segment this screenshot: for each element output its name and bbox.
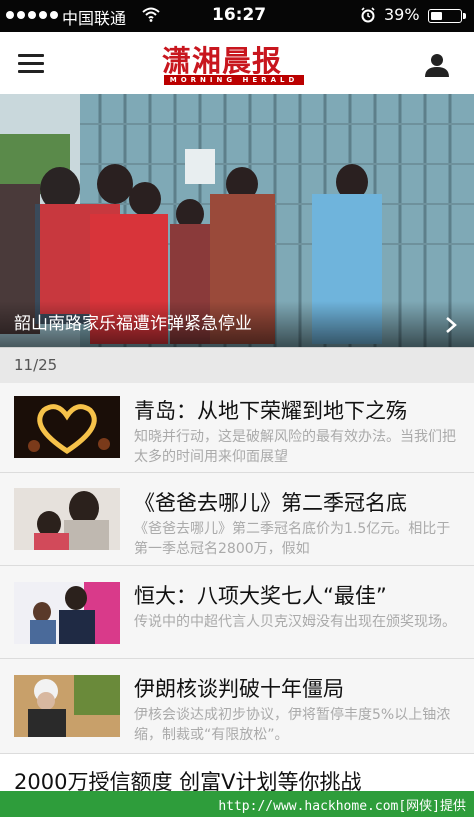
chevron-right-icon[interactable] [444,316,458,334]
news-title: 恒大：八项大奖七人“最佳” [134,584,387,608]
menu-icon[interactable] [18,54,44,74]
date-header: 11/25 [0,347,474,385]
news-thumbnail [14,488,120,550]
news-title: 伊朗核谈判破十年僵局 [134,677,344,701]
news-thumbnail [14,582,120,644]
news-item[interactable]: 青岛：从地下荣耀到地下之殇 知晓并行动，这是破解风险的最有效办法。当我们把太多的… [0,383,474,473]
news-item[interactable]: 《爸爸去哪儿》第二季冠名底 《爸爸去哪儿》第二季冠名底价为1.5亿元。相比于第一… [0,473,474,566]
status-bar: 中国联通 16:27 39% [0,0,474,32]
logo-text: 潇湘晨报 [162,44,283,78]
logo-subtitle: MORNING HERALD [164,75,304,85]
news-item[interactable]: 恒大：八项大奖七人“最佳” 传说中的中超代言人贝克汉姆没有出现在颁奖现场。 [0,566,474,659]
hero-slide[interactable]: 韶山南路家乐福遭诈弹紧急停业 [0,94,474,347]
app-logo: 潇湘晨报 MORNING HERALD [158,40,310,86]
news-summary: 伊核会谈达成初步协议，伊将暂停丰度5%以上铀浓缩，制裁或“有限放松”。 [134,707,451,743]
watermark-bar: http://www.hackhome.com[网侠]提供 [0,791,474,817]
signal-strength-icon [6,11,58,19]
app-header: 潇湘晨报 MORNING HERALD [0,32,474,95]
news-summary: 《爸爸去哪儿》第二季冠名底价为1.5亿元。相比于第一季总冠名2800万，假如 [134,521,451,557]
user-icon[interactable] [424,52,450,78]
battery-percent: 39% [384,5,420,24]
carrier-name: 中国联通 [62,9,127,28]
watermark-text: http://www.hackhome.com[网侠]提供 [218,799,466,814]
date-label: 11/25 [14,356,58,374]
hero-caption: 韶山南路家乐福遭诈弹紧急停业 [14,314,252,334]
news-thumbnail [14,396,120,458]
news-summary: 知晓并行动，这是破解风险的最有效办法。当我们把太多的时间用来仰面展望 [134,429,456,465]
battery-icon [428,9,466,23]
news-item[interactable]: 伊朗核谈判破十年僵局 伊核会谈达成初步协议，伊将暂停丰度5%以上铀浓缩，制裁或“… [0,659,474,754]
alarm-icon [361,7,375,23]
clock: 16:27 [212,5,267,25]
wifi-icon [142,7,160,22]
news-title: 《爸爸去哪儿》第二季冠名底 [134,491,407,515]
battery-fill [431,12,442,20]
news-thumbnail [14,675,120,737]
news-title: 青岛：从地下荣耀到地下之殇 [134,399,407,423]
news-summary: 传说中的中超代言人贝克汉姆没有出现在颁奖现场。 [134,614,456,630]
